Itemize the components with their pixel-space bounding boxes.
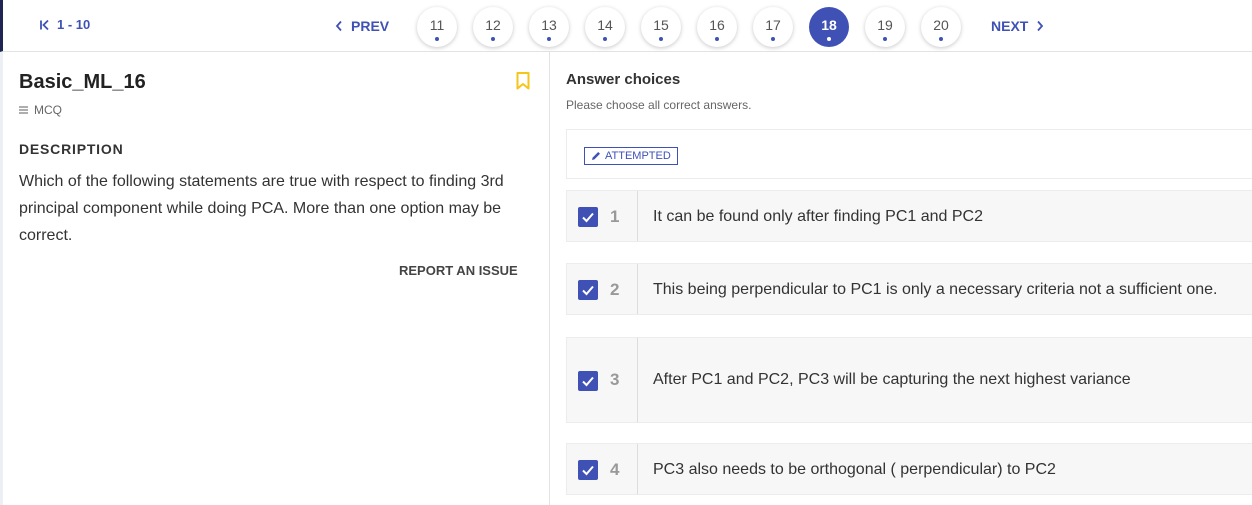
- pencil-icon: [592, 152, 600, 160]
- page-button-14[interactable]: 14: [585, 7, 625, 47]
- page-number: 15: [653, 17, 669, 33]
- option-divider: [637, 444, 638, 494]
- page-button-16[interactable]: 16: [697, 7, 737, 47]
- attempted-dot: [603, 37, 607, 41]
- status-label: ATTEMPTED: [605, 150, 671, 162]
- option-number: 1: [610, 207, 620, 226]
- option-text: After PC1 and PC2, PC3 will be capturing…: [653, 371, 1131, 388]
- attempted-dot: [659, 37, 663, 41]
- description-heading: DESCRIPTION: [19, 141, 124, 157]
- attempted-dot: [883, 37, 887, 41]
- attempted-dot: [491, 37, 495, 41]
- page-number: 12: [485, 17, 501, 33]
- checkbox-checked-icon[interactable]: [578, 371, 598, 391]
- first-page-icon: [40, 19, 49, 30]
- page-button-11[interactable]: 11: [417, 7, 457, 47]
- attempted-dot: [771, 37, 775, 41]
- next-button[interactable]: NEXT: [991, 18, 1044, 34]
- page-button-15[interactable]: 15: [641, 7, 681, 47]
- page-number: 17: [765, 17, 781, 33]
- page-button-12[interactable]: 12: [473, 7, 513, 47]
- answer-option-2[interactable]: 2 This being perpendicular to PC1 is onl…: [566, 263, 1252, 315]
- prev-label: PREV: [351, 18, 390, 34]
- page-number: 19: [877, 17, 893, 33]
- option-number: 2: [610, 280, 620, 299]
- attempted-dot: [715, 37, 719, 41]
- page-number: 11: [429, 17, 445, 33]
- page-number: 16: [709, 17, 725, 33]
- page-button-17[interactable]: 17: [753, 7, 793, 47]
- question-navigator: 1 - 10 PREV 11 12 13 14 15 16 17 18 19 20 NEXT: [0, 0, 1252, 52]
- checkbox-checked-icon[interactable]: [578, 207, 598, 227]
- page-button-18[interactable]: 18: [809, 7, 849, 47]
- option-text: This being perpendicular to PC1 is only …: [653, 281, 1218, 298]
- option-divider: [637, 264, 638, 314]
- option-number: 4: [610, 460, 620, 479]
- page-button-20[interactable]: 20: [921, 7, 961, 47]
- answers-panel: Answer choices Please choose all correct…: [551, 52, 1252, 505]
- checkbox-checked-icon[interactable]: [578, 280, 598, 300]
- status-badge: ATTEMPTED: [584, 147, 678, 165]
- checkbox-checked-icon[interactable]: [578, 460, 598, 480]
- report-issue-button[interactable]: REPORT AN ISSUE: [399, 263, 518, 278]
- page-number: 14: [597, 17, 613, 33]
- range-link[interactable]: 1 - 10: [39, 17, 90, 32]
- page-number: 20: [933, 17, 949, 33]
- chevron-right-icon: [1037, 20, 1044, 32]
- answer-option-1[interactable]: 1 It can be found only after finding PC1…: [566, 190, 1252, 242]
- answers-subheading: Please choose all correct answers.: [566, 98, 752, 112]
- answers-heading: Answer choices: [566, 71, 681, 88]
- attempted-dot: [827, 37, 831, 41]
- status-box: ATTEMPTED: [566, 129, 1252, 179]
- attempted-dot: [435, 37, 439, 41]
- range-label: 1 - 10: [57, 17, 91, 32]
- page-number: 18: [821, 17, 837, 33]
- question-panel: Basic_ML_16 MCQ DESCRIPTION Which of the…: [0, 52, 550, 505]
- next-label: NEXT: [991, 18, 1029, 34]
- page-button-19[interactable]: 19: [865, 7, 905, 47]
- answer-option-4[interactable]: 4 PC3 also needs to be orthogonal ( perp…: [566, 443, 1252, 495]
- page-button-13[interactable]: 13: [529, 7, 569, 47]
- page-list: 11 12 13 14 15 16 17 18 19 20: [417, 7, 961, 47]
- question-type-label: MCQ: [34, 103, 62, 117]
- option-text: It can be found only after finding PC1 a…: [653, 208, 983, 225]
- page-number: 13: [541, 17, 557, 33]
- option-text: PC3 also needs to be orthogonal ( perpen…: [653, 461, 1056, 478]
- question-title: Basic_ML_16: [19, 71, 146, 93]
- option-divider: [637, 338, 638, 422]
- question-type: MCQ: [19, 103, 62, 117]
- list-icon: [19, 106, 28, 114]
- description-text: Which of the following statements are tr…: [19, 173, 504, 244]
- answer-option-3[interactable]: 3 After PC1 and PC2, PC3 will be capturi…: [566, 337, 1252, 423]
- option-divider: [637, 191, 638, 241]
- chevron-left-icon: [335, 20, 342, 32]
- attempted-dot: [547, 37, 551, 41]
- attempted-dot: [939, 37, 943, 41]
- prev-button[interactable]: PREV: [335, 18, 389, 34]
- option-number: 3: [610, 370, 620, 389]
- bookmark-icon[interactable]: [515, 71, 531, 96]
